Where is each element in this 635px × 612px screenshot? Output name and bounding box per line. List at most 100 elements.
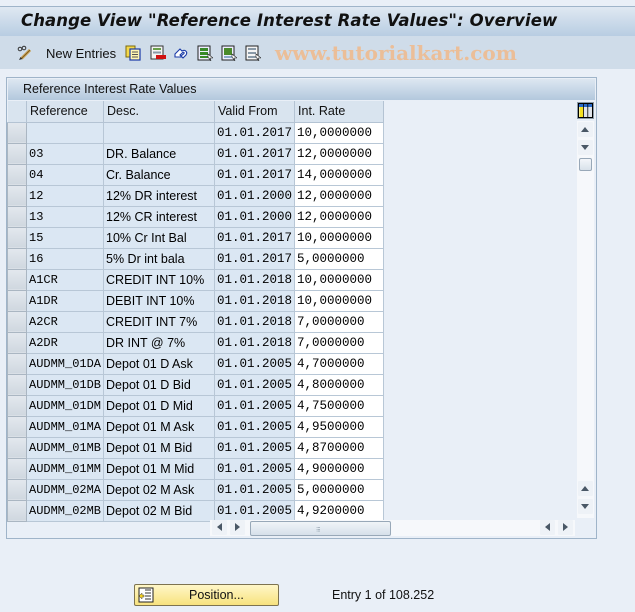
position-button[interactable]: Position... — [134, 584, 279, 606]
cell-valid-from[interactable]: 01.01.2018 — [214, 332, 296, 354]
cell-reference[interactable]: AUDMM_01MM — [26, 458, 105, 480]
cell-valid-from[interactable]: 01.01.2005 — [214, 353, 296, 375]
cell-valid-from[interactable]: 01.01.2005 — [214, 437, 296, 459]
row-selector[interactable] — [7, 310, 27, 333]
cell-desc[interactable]: Cr. Balance — [103, 164, 216, 186]
cell-desc[interactable]: CREDIT INT 10% — [103, 269, 216, 291]
horizontal-scroll-thumb[interactable]: ⁝⁝⁝ — [250, 521, 391, 536]
cell-int-rate[interactable]: 4,8700000 — [294, 437, 385, 459]
cell-valid-from[interactable]: 01.01.2017 — [214, 227, 296, 249]
cell-valid-from[interactable]: 01.01.2017 — [214, 248, 296, 270]
undo-change-button[interactable] — [173, 44, 189, 62]
row-selector[interactable] — [7, 415, 27, 438]
cell-desc[interactable]: 12% CR interest — [103, 206, 216, 228]
row-selector[interactable] — [7, 436, 27, 459]
cell-int-rate[interactable]: 5,0000000 — [294, 248, 385, 270]
scroll-left-button[interactable] — [212, 520, 227, 535]
cell-int-rate[interactable]: 7,0000000 — [294, 332, 385, 354]
cell-desc[interactable]: 10% Cr Int Bal — [103, 227, 216, 249]
row-selector[interactable] — [7, 226, 27, 249]
horizontal-scrollbar[interactable]: ⁝⁝⁝ — [210, 520, 575, 536]
display-change-button[interactable] — [17, 44, 33, 62]
row-selector[interactable] — [7, 268, 27, 291]
cell-valid-from[interactable]: 01.01.2017 — [214, 164, 296, 186]
select-all-rows-cell[interactable] — [7, 101, 27, 123]
cell-desc[interactable]: Depot 01 D Mid — [103, 395, 216, 417]
select-all-button[interactable] — [197, 44, 214, 62]
cell-desc[interactable]: Depot 02 M Ask — [103, 479, 216, 501]
cell-desc[interactable]: 12% DR interest — [103, 185, 216, 207]
cell-valid-from[interactable]: 01.01.2000 — [214, 185, 296, 207]
vertical-scroll-thumb[interactable] — [579, 158, 592, 171]
cell-valid-from[interactable]: 01.01.2005 — [214, 479, 296, 501]
cell-int-rate[interactable]: 4,8000000 — [294, 374, 385, 396]
scroll-page-up-button[interactable] — [578, 481, 593, 496]
row-selector[interactable] — [7, 289, 27, 312]
cell-int-rate[interactable]: 4,7000000 — [294, 353, 385, 375]
scroll-down-button[interactable] — [578, 140, 593, 155]
row-selector[interactable] — [7, 478, 27, 501]
column-configuration-button[interactable] — [577, 102, 594, 119]
cell-reference[interactable]: 15 — [26, 227, 105, 249]
cell-int-rate[interactable]: 12,0000000 — [294, 185, 385, 207]
cell-desc[interactable]: Depot 01 D Bid — [103, 374, 216, 396]
cell-desc[interactable]: DR. Balance — [103, 143, 216, 165]
select-block-button[interactable] — [221, 44, 238, 62]
cell-valid-from[interactable]: 01.01.2018 — [214, 269, 296, 291]
cell-int-rate[interactable]: 14,0000000 — [294, 164, 385, 186]
cell-reference[interactable]: AUDMM_01DB — [26, 374, 105, 396]
vertical-scrollbar[interactable] — [577, 121, 594, 518]
cell-int-rate[interactable]: 5,0000000 — [294, 479, 385, 501]
cell-desc[interactable] — [103, 122, 216, 144]
cell-int-rate[interactable]: 4,9200000 — [294, 500, 385, 522]
cell-desc[interactable]: DR INT @ 7% — [103, 332, 216, 354]
row-selector[interactable] — [7, 457, 27, 480]
row-selector[interactable] — [7, 121, 27, 144]
cell-reference[interactable]: 13 — [26, 206, 105, 228]
deselect-all-button[interactable] — [245, 44, 262, 62]
cell-valid-from[interactable]: 01.01.2018 — [214, 290, 296, 312]
cell-reference[interactable]: AUDMM_01MA — [26, 416, 105, 438]
cell-reference[interactable]: A2DR — [26, 332, 105, 354]
cell-reference[interactable]: 03 — [26, 143, 105, 165]
cell-desc[interactable]: Depot 01 M Ask — [103, 416, 216, 438]
column-header-int-rate[interactable]: Int. Rate — [294, 101, 385, 123]
row-selector[interactable] — [7, 373, 27, 396]
row-selector[interactable] — [7, 163, 27, 186]
cell-reference[interactable]: AUDMM_02MA — [26, 479, 105, 501]
cell-int-rate[interactable]: 12,0000000 — [294, 206, 385, 228]
cell-reference[interactable]: A1CR — [26, 269, 105, 291]
cell-int-rate[interactable]: 7,0000000 — [294, 311, 385, 333]
cell-desc[interactable]: CREDIT INT 7% — [103, 311, 216, 333]
cell-valid-from[interactable]: 01.01.2005 — [214, 458, 296, 480]
column-header-reference[interactable]: Reference — [26, 101, 105, 123]
cell-valid-from[interactable]: 01.01.2005 — [214, 374, 296, 396]
scroll-up-button[interactable] — [578, 122, 593, 137]
scroll-page-down-button[interactable] — [578, 499, 593, 514]
cell-desc[interactable]: 5% Dr int bala — [103, 248, 216, 270]
row-selector[interactable] — [7, 331, 27, 354]
cell-valid-from[interactable]: 01.01.2005 — [214, 395, 296, 417]
cell-reference[interactable]: 04 — [26, 164, 105, 186]
cell-int-rate[interactable]: 4,9000000 — [294, 458, 385, 480]
scroll-left-end-button[interactable] — [540, 520, 555, 535]
cell-desc[interactable]: DEBIT INT 10% — [103, 290, 216, 312]
column-header-desc[interactable]: Desc. — [103, 101, 216, 123]
cell-int-rate[interactable]: 4,7500000 — [294, 395, 385, 417]
cell-reference[interactable]: AUDMM_01MB — [26, 437, 105, 459]
cell-reference[interactable]: A2CR — [26, 311, 105, 333]
cell-int-rate[interactable]: 12,0000000 — [294, 143, 385, 165]
cell-valid-from[interactable]: 01.01.2000 — [214, 206, 296, 228]
cell-reference[interactable]: AUDMM_01DA — [26, 353, 105, 375]
row-selector[interactable] — [7, 205, 27, 228]
cell-valid-from[interactable]: 01.01.2017 — [214, 122, 296, 144]
cell-int-rate[interactable]: 4,9500000 — [294, 416, 385, 438]
cell-desc[interactable]: Depot 01 M Bid — [103, 437, 216, 459]
row-selector[interactable] — [7, 247, 27, 270]
cell-reference[interactable]: AUDMM_02MB — [26, 500, 105, 522]
cell-int-rate[interactable]: 10,0000000 — [294, 227, 385, 249]
cell-valid-from[interactable]: 01.01.2005 — [214, 416, 296, 438]
column-header-valid-from[interactable]: Valid From — [214, 101, 296, 123]
cell-int-rate[interactable]: 10,0000000 — [294, 122, 385, 144]
row-selector[interactable] — [7, 352, 27, 375]
